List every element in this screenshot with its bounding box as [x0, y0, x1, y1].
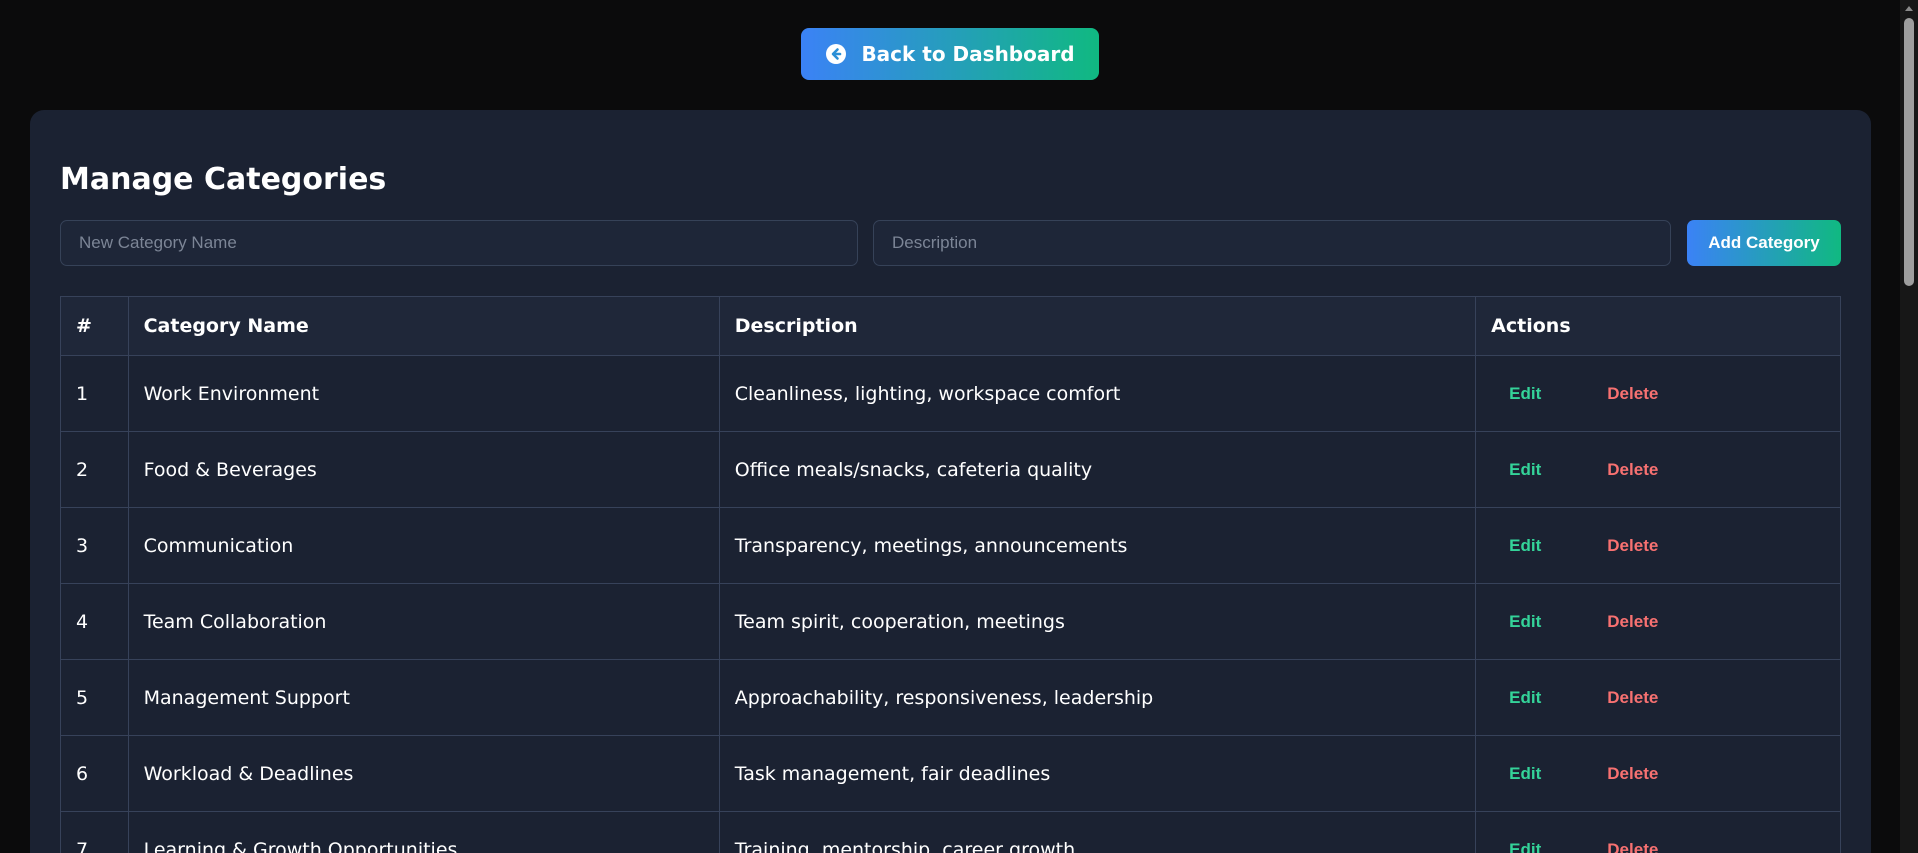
row-description: Team spirit, cooperation, meetings: [718, 583, 1477, 660]
edit-button[interactable]: Edit: [1491, 380, 1559, 408]
delete-button[interactable]: Delete: [1589, 532, 1676, 560]
add-category-button[interactable]: Add Category: [1687, 220, 1841, 266]
row-number: 2: [60, 431, 129, 508]
edit-button[interactable]: Edit: [1491, 760, 1559, 788]
row-category-name: Work Environment: [127, 355, 720, 432]
categories-card: Manage Categories Add Category # Categor…: [30, 110, 1871, 853]
row-actions: Edit Delete: [1475, 659, 1841, 736]
row-number: 6: [60, 735, 129, 812]
header-number: #: [60, 296, 129, 356]
edit-button[interactable]: Edit: [1491, 456, 1559, 484]
category-name-input[interactable]: [60, 220, 858, 266]
row-category-name: Team Collaboration: [127, 583, 720, 660]
categories-table: # Category Name Description Actions 1 Wo…: [60, 296, 1841, 853]
delete-button[interactable]: Delete: [1589, 760, 1676, 788]
delete-button[interactable]: Delete: [1589, 456, 1676, 484]
row-actions: Edit Delete: [1475, 355, 1841, 432]
row-number: 4: [60, 583, 129, 660]
back-to-dashboard-button[interactable]: Back to Dashboard: [801, 28, 1099, 80]
table-row: 2 Food & Beverages Office meals/snacks, …: [60, 431, 1841, 508]
header-description: Description: [718, 296, 1477, 356]
row-actions: Edit Delete: [1475, 583, 1841, 660]
table-header-row: # Category Name Description Actions: [60, 296, 1841, 356]
category-description-input[interactable]: [873, 220, 1671, 266]
row-category-name: Learning & Growth Opportunities: [127, 811, 720, 853]
row-number: 5: [60, 659, 129, 736]
vertical-scrollbar[interactable]: [1900, 0, 1918, 853]
delete-button[interactable]: Delete: [1589, 380, 1676, 408]
row-actions: Edit Delete: [1475, 811, 1841, 853]
row-description: Cleanliness, lighting, workspace comfort: [718, 355, 1477, 432]
back-to-dashboard-label: Back to Dashboard: [861, 42, 1075, 66]
delete-button[interactable]: Delete: [1589, 608, 1676, 636]
delete-button[interactable]: Delete: [1589, 684, 1676, 712]
row-number: 7: [60, 811, 129, 853]
edit-button[interactable]: Edit: [1491, 684, 1559, 712]
row-number: 3: [60, 507, 129, 584]
edit-button[interactable]: Edit: [1491, 608, 1559, 636]
row-description: Training, mentorship, career growth: [718, 811, 1477, 853]
row-description: Task management, fair deadlines: [718, 735, 1477, 812]
scroll-up-arrow-icon[interactable]: [1905, 6, 1913, 11]
table-row: 4 Team Collaboration Team spirit, cooper…: [60, 583, 1841, 660]
circle-arrow-left-icon: [825, 43, 847, 65]
edit-button[interactable]: Edit: [1491, 532, 1559, 560]
row-description: Approachability, responsiveness, leaders…: [718, 659, 1477, 736]
edit-button[interactable]: Edit: [1491, 836, 1559, 853]
delete-button[interactable]: Delete: [1589, 836, 1676, 853]
table-row: 3 Communication Transparency, meetings, …: [60, 507, 1841, 584]
page: Back to Dashboard Manage Categories Add …: [0, 0, 1918, 853]
scrollbar-thumb[interactable]: [1904, 18, 1914, 286]
table-row: 5 Management Support Approachability, re…: [60, 659, 1841, 736]
header-actions: Actions: [1475, 296, 1841, 356]
table-row: 6 Workload & Deadlines Task management, …: [60, 735, 1841, 812]
row-actions: Edit Delete: [1475, 507, 1841, 584]
row-category-name: Workload & Deadlines: [127, 735, 720, 812]
row-category-name: Communication: [127, 507, 720, 584]
row-category-name: Management Support: [127, 659, 720, 736]
row-description: Transparency, meetings, announcements: [718, 507, 1477, 584]
back-wrap: Back to Dashboard: [0, 28, 1900, 80]
row-number: 1: [60, 355, 129, 432]
row-actions: Edit Delete: [1475, 431, 1841, 508]
row-actions: Edit Delete: [1475, 735, 1841, 812]
row-description: Office meals/snacks, cafeteria quality: [718, 431, 1477, 508]
table-row: 7 Learning & Growth Opportunities Traini…: [60, 811, 1841, 853]
header-category-name: Category Name: [127, 296, 720, 356]
page-title: Manage Categories: [60, 162, 387, 197]
row-category-name: Food & Beverages: [127, 431, 720, 508]
table-row: 1 Work Environment Cleanliness, lighting…: [60, 355, 1841, 432]
